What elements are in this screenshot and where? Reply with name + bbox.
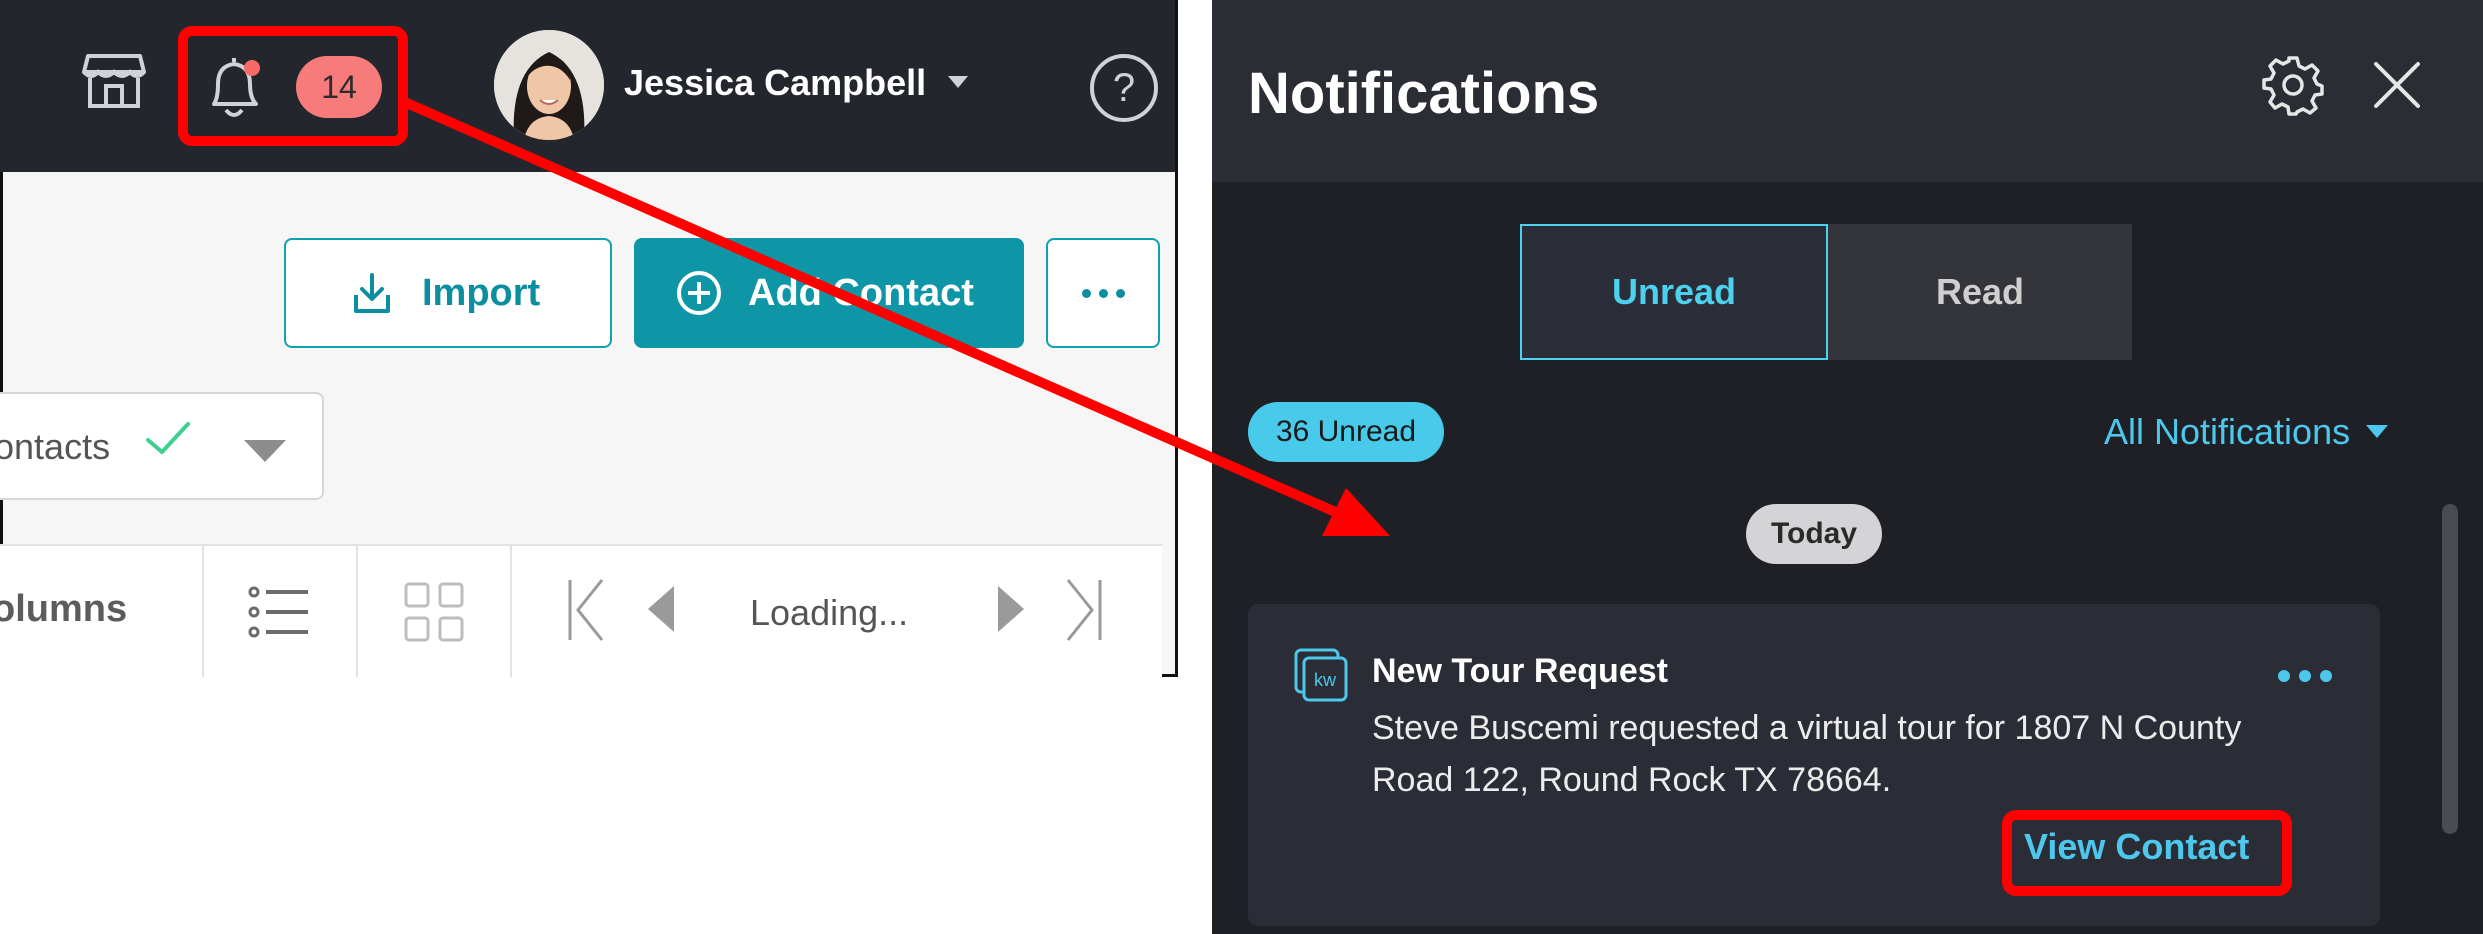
toolbar-divider bbox=[510, 544, 512, 677]
contacts-filter-label: ontacts bbox=[0, 426, 111, 467]
notification-filter-label: All Notifications bbox=[2104, 411, 2351, 452]
notification-body: Steve Buscemi requested a virtual tour f… bbox=[1372, 709, 2242, 799]
loading-status: Loading... bbox=[750, 592, 909, 633]
gear-icon[interactable] bbox=[2262, 54, 2324, 116]
ellipsis-icon bbox=[1081, 288, 1091, 298]
toolbar-divider bbox=[356, 544, 358, 677]
avatar[interactable] bbox=[494, 30, 604, 140]
previous-page-icon[interactable] bbox=[646, 586, 676, 632]
svg-text:kw: kw bbox=[1314, 670, 1337, 690]
first-page-icon[interactable] bbox=[566, 578, 606, 642]
columns-button-label[interactable]: olumns bbox=[0, 588, 127, 631]
import-button[interactable]: Import bbox=[284, 238, 612, 348]
more-options-button[interactable] bbox=[1046, 238, 1160, 348]
scrollbar-thumb[interactable] bbox=[2442, 504, 2458, 834]
avatar-photo bbox=[494, 30, 604, 140]
chevron-down-icon[interactable] bbox=[948, 76, 968, 90]
next-page-icon[interactable] bbox=[996, 586, 1026, 632]
storefront-icon[interactable] bbox=[82, 52, 146, 110]
help-icon[interactable]: ? bbox=[1090, 54, 1158, 122]
user-name[interactable]: Jessica Campbell bbox=[624, 62, 926, 110]
add-contact-label: Add Contact bbox=[748, 271, 974, 314]
ellipsis-icon bbox=[2278, 670, 2290, 682]
plus-circle-icon bbox=[677, 271, 721, 315]
kw-logo-icon: kw bbox=[1294, 648, 1348, 702]
tab-unread[interactable]: Unread bbox=[1520, 224, 1828, 360]
bell-highlight-box bbox=[178, 26, 408, 146]
tab-read[interactable]: Read bbox=[1828, 224, 2132, 360]
notifications-title: Notifications bbox=[1248, 61, 1600, 126]
last-page-icon[interactable] bbox=[1064, 578, 1104, 642]
chevron-down-icon[interactable] bbox=[244, 440, 286, 464]
chevron-down-icon bbox=[2366, 425, 2389, 438]
unread-count-badge: 36 Unread bbox=[1248, 402, 1444, 462]
add-contact-button[interactable]: Add Contact bbox=[634, 238, 1024, 348]
list-view-icon[interactable] bbox=[248, 586, 310, 638]
import-label: Import bbox=[422, 271, 541, 314]
close-icon[interactable] bbox=[2372, 60, 2422, 110]
toolbar-divider bbox=[202, 544, 204, 677]
check-icon bbox=[146, 422, 190, 454]
download-icon bbox=[354, 273, 390, 313]
notification-more-button[interactable] bbox=[2278, 670, 2338, 684]
notification-filter-dropdown[interactable]: All Notifications bbox=[2104, 408, 2389, 456]
notification-title: New Tour Request bbox=[1372, 652, 1668, 690]
grid-view-icon[interactable] bbox=[404, 582, 464, 642]
date-group-badge: Today bbox=[1746, 504, 1882, 564]
view-contact-highlight-box bbox=[2002, 810, 2292, 896]
